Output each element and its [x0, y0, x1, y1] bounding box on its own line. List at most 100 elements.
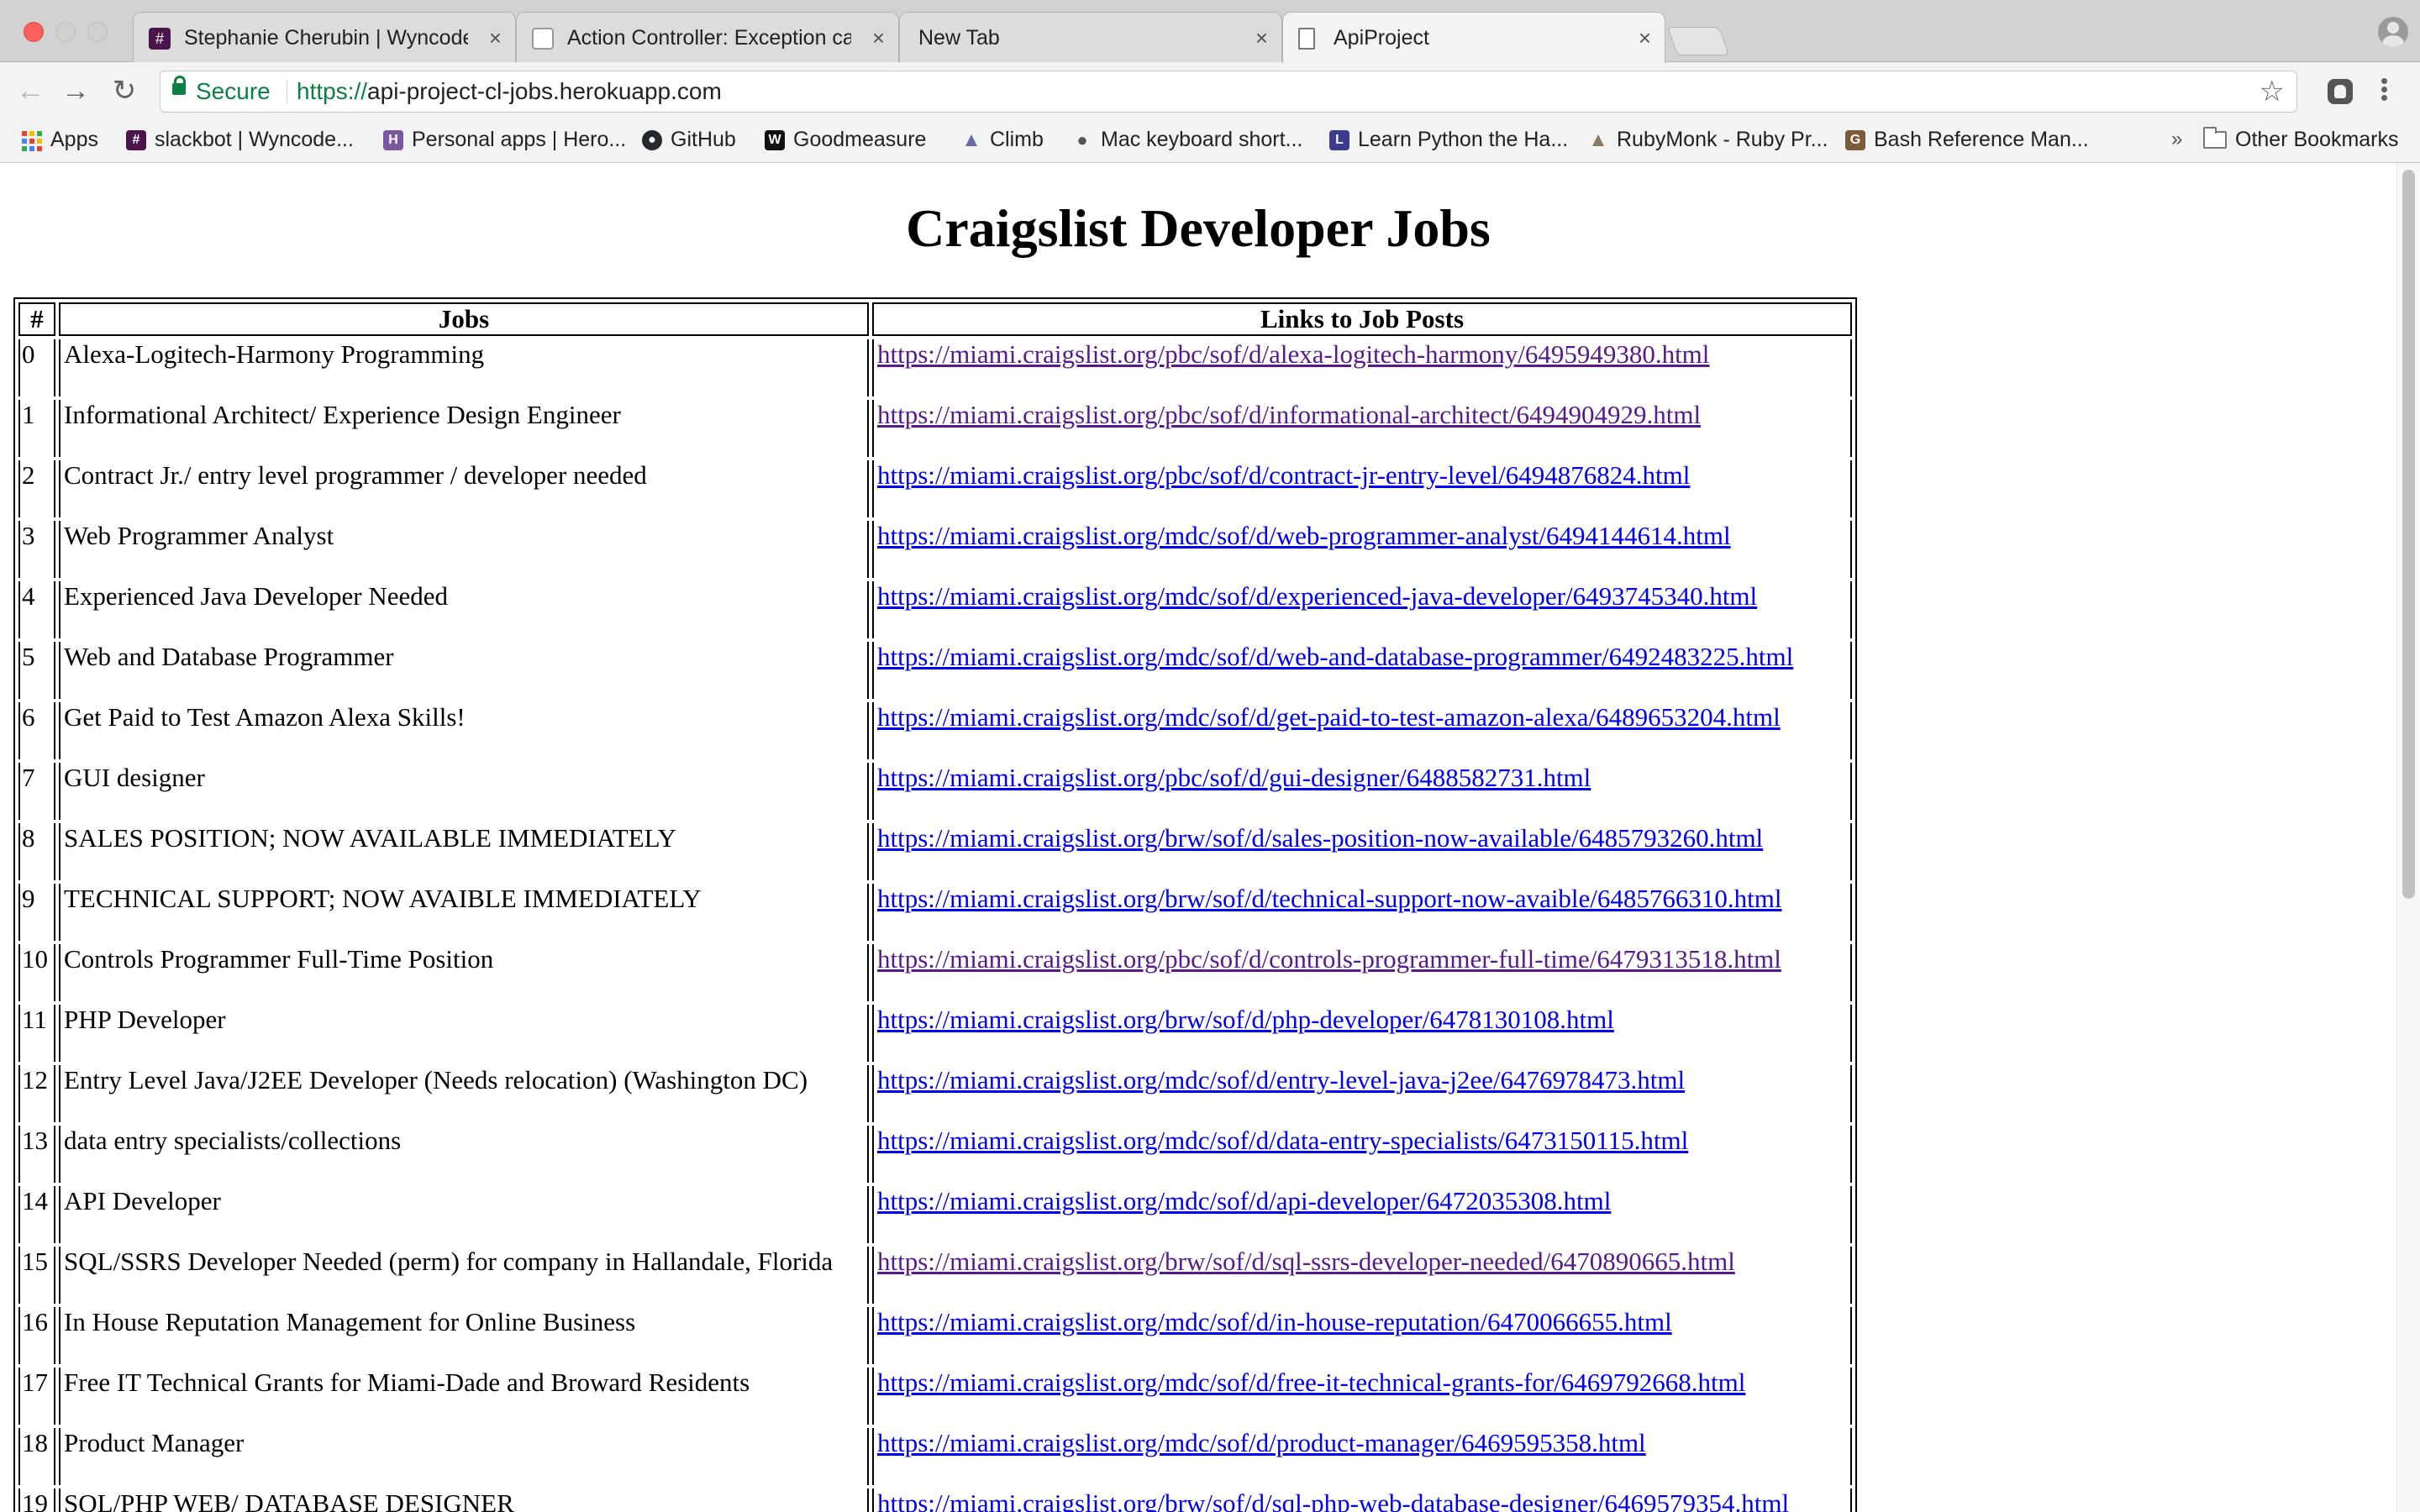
column-header-links: Links to Job Posts: [872, 302, 1852, 336]
bookmark-label: Learn Python the Ha...: [1358, 128, 1569, 151]
job-post-link[interactable]: https://miami.craigslist.org/mdc/sof/d/e…: [877, 1065, 1685, 1095]
document-icon: [1298, 28, 1315, 50]
table-row: 15 SQL/SSRS Developer Needed (perm) for c…: [18, 1247, 1852, 1304]
bookmark-other-bookmarks[interactable]: Other Bookmarks: [2203, 121, 2399, 158]
table-row: 9 TECHNICAL SUPPORT; NOW AVAIBLE IMMEDIAT…: [18, 884, 1852, 941]
row-index: 11: [18, 1005, 55, 1062]
table-row: 0 Alexa-Logitech-Harmony Programming https…: [18, 339, 1852, 396]
table-row: 8 SALES POSITION; NOW AVAILABLE IMMEDIATE…: [18, 823, 1852, 880]
job-link-cell: https://miami.craigslist.org/brw/sof/d/p…: [872, 1005, 1852, 1062]
row-index: 17: [18, 1368, 55, 1425]
profile-avatar-icon[interactable]: [2378, 17, 2408, 47]
job-post-link[interactable]: https://miami.craigslist.org/pbc/sof/d/i…: [877, 400, 1701, 429]
table-header-row: # Jobs Links to Job Posts: [18, 302, 1852, 336]
job-post-link[interactable]: https://miami.craigslist.org/mdc/sof/d/w…: [877, 642, 1793, 671]
job-link-cell: https://miami.craigslist.org/mdc/sof/d/d…: [872, 1126, 1852, 1183]
bookmark-slackbot[interactable]: # slackbot | Wyncode...: [126, 121, 354, 158]
bookmark-star-icon[interactable]: ☆: [2260, 71, 2285, 112]
tab-title: Action Controller: Exception ca: [567, 26, 851, 50]
tab-new-tab[interactable]: New Tab ×: [899, 12, 1282, 62]
table-row: 7 GUI designer https://miami.craigslist.or…: [18, 763, 1852, 820]
bookmark-rubymonk[interactable]: ▲ RubyMonk - Ruby Pr...: [1588, 121, 1828, 158]
job-post-link[interactable]: https://miami.craigslist.org/mdc/sof/d/i…: [877, 1307, 1672, 1336]
job-link-cell: https://miami.craigslist.org/mdc/sof/d/w…: [872, 521, 1852, 578]
scrollbar-thumb[interactable]: [2402, 170, 2415, 899]
close-tab-icon[interactable]: ×: [1639, 13, 1651, 63]
job-post-link[interactable]: https://miami.craigslist.org/mdc/sof/d/e…: [877, 581, 1757, 611]
evernote-extension-icon[interactable]: [2328, 79, 2353, 104]
table-row: 2 Contract Jr./ entry level programmer / …: [18, 460, 1852, 517]
job-link-cell: https://miami.craigslist.org/mdc/sof/d/e…: [872, 581, 1852, 638]
job-title: Get Paid to Test Amazon Alexa Skills!: [59, 702, 869, 759]
python-book-icon: L: [1329, 130, 1349, 150]
job-link-cell: https://miami.craigslist.org/pbc/sof/d/c…: [872, 944, 1852, 1001]
window-close-button[interactable]: [24, 22, 44, 42]
bookmark-github[interactable]: ● GitHub: [642, 121, 736, 158]
url-scheme: https://: [297, 78, 368, 104]
bookmark-apps[interactable]: Apps: [22, 121, 98, 158]
url-text[interactable]: https://api-project-cl-jobs.herokuapp.co…: [297, 71, 722, 112]
job-title: GUI designer: [59, 763, 869, 820]
bookmark-bash-reference[interactable]: G Bash Reference Man...: [1845, 121, 2089, 158]
reload-icon[interactable]: ↻: [108, 74, 141, 108]
bookmark-heroku[interactable]: H Personal apps | Hero...: [383, 121, 626, 158]
row-index: 13: [18, 1126, 55, 1183]
close-tab-icon[interactable]: ×: [1255, 13, 1268, 62]
climb-mountain-icon: ▲: [961, 129, 981, 151]
job-link-cell: https://miami.craigslist.org/pbc/sof/d/a…: [872, 339, 1852, 396]
job-link-cell: https://miami.craigslist.org/mdc/sof/d/i…: [872, 1307, 1852, 1364]
row-index: 1: [18, 400, 55, 457]
browser-menu-icon[interactable]: [2380, 76, 2388, 109]
tab-stephanie-cherubin[interactable]: # Stephanie Cherubin | Wyncode ×: [133, 12, 516, 62]
job-post-link[interactable]: https://miami.craigslist.org/brw/sof/d/s…: [877, 1247, 1735, 1276]
browser-toolbar: ← → ↻ Secure https://api-project-cl-jobs…: [0, 62, 2420, 121]
row-index: 10: [18, 944, 55, 1001]
job-link-cell: https://miami.craigslist.org/mdc/sof/d/g…: [872, 702, 1852, 759]
job-post-link[interactable]: https://miami.craigslist.org/mdc/sof/d/g…: [877, 702, 1781, 732]
job-post-link[interactable]: https://miami.craigslist.org/mdc/sof/d/d…: [877, 1126, 1688, 1155]
job-post-link[interactable]: https://miami.craigslist.org/mdc/sof/d/w…: [877, 521, 1731, 550]
apple-icon: ●: [1076, 129, 1088, 150]
job-post-link[interactable]: https://miami.craigslist.org/brw/sof/d/t…: [877, 884, 1782, 913]
close-tab-icon[interactable]: ×: [872, 13, 885, 62]
bookmark-goodmeasure[interactable]: W Goodmeasure: [765, 121, 926, 158]
bookmarks-overflow-icon[interactable]: »: [2171, 121, 2182, 158]
jobs-table: # Jobs Links to Job Posts 0 Alexa-Logitec…: [13, 297, 1857, 1512]
job-title: Entry Level Java/J2EE Developer (Needs r…: [59, 1065, 869, 1122]
job-link-cell: https://miami.craigslist.org/brw/sof/d/s…: [872, 1488, 1852, 1512]
job-post-link[interactable]: https://miami.craigslist.org/brw/sof/d/s…: [877, 823, 1763, 853]
tab-action-controller[interactable]: Action Controller: Exception ca ×: [516, 12, 899, 62]
job-post-link[interactable]: https://miami.craigslist.org/pbc/sof/d/a…: [877, 339, 1709, 369]
job-post-link[interactable]: https://miami.craigslist.org/brw/sof/d/s…: [877, 1488, 1789, 1512]
job-post-link[interactable]: https://miami.craigslist.org/mdc/sof/d/a…: [877, 1186, 1611, 1215]
job-post-link[interactable]: https://miami.craigslist.org/pbc/sof/d/c…: [877, 944, 1781, 974]
tab-apiproject[interactable]: ApiProject ×: [1282, 12, 1665, 63]
new-tab-button[interactable]: [1666, 27, 1730, 55]
bookmark-label: slackbot | Wyncode...: [155, 128, 354, 151]
back-arrow-icon[interactable]: ←: [13, 74, 47, 108]
address-bar[interactable]: Secure https://api-project-cl-jobs.herok…: [160, 71, 2297, 113]
job-link-cell: https://miami.craigslist.org/mdc/sof/d/e…: [872, 1065, 1852, 1122]
bookmark-learn-python[interactable]: L Learn Python the Ha...: [1329, 121, 1568, 158]
job-link-cell: https://miami.craigslist.org/pbc/sof/d/g…: [872, 763, 1852, 820]
job-title: SALES POSITION; NOW AVAILABLE IMMEDIATEL…: [59, 823, 869, 880]
job-post-link[interactable]: https://miami.craigslist.org/pbc/sof/d/g…: [877, 763, 1591, 792]
window-zoom-button[interactable]: [87, 22, 108, 42]
close-tab-icon[interactable]: ×: [489, 13, 502, 62]
job-post-link[interactable]: https://miami.craigslist.org/pbc/sof/d/c…: [877, 460, 1690, 490]
lock-icon: [172, 76, 186, 95]
job-link-cell: https://miami.craigslist.org/mdc/sof/d/a…: [872, 1186, 1852, 1243]
forward-arrow-icon[interactable]: →: [59, 74, 92, 108]
bookmark-mac-keyboard[interactable]: ● Mac keyboard short...: [1072, 121, 1302, 158]
tab-title: New Tab: [918, 26, 1000, 50]
window-minimize-button[interactable]: [55, 22, 76, 42]
vertical-scrollbar[interactable]: [2396, 163, 2420, 1512]
bookmark-label: Personal apps | Hero...: [412, 128, 627, 151]
job-post-link[interactable]: https://miami.craigslist.org/brw/sof/d/p…: [877, 1005, 1614, 1034]
bookmarks-bar: Apps # slackbot | Wyncode... H Personal …: [0, 121, 2420, 163]
table-row: 1 Informational Architect/ Experience Des…: [18, 400, 1852, 457]
rails-page-icon: [532, 28, 554, 50]
job-post-link[interactable]: https://miami.craigslist.org/mdc/sof/d/p…: [877, 1428, 1646, 1457]
job-post-link[interactable]: https://miami.craigslist.org/mdc/sof/d/f…: [877, 1368, 1745, 1397]
bookmark-climb[interactable]: ▲ Climb: [961, 121, 1044, 158]
